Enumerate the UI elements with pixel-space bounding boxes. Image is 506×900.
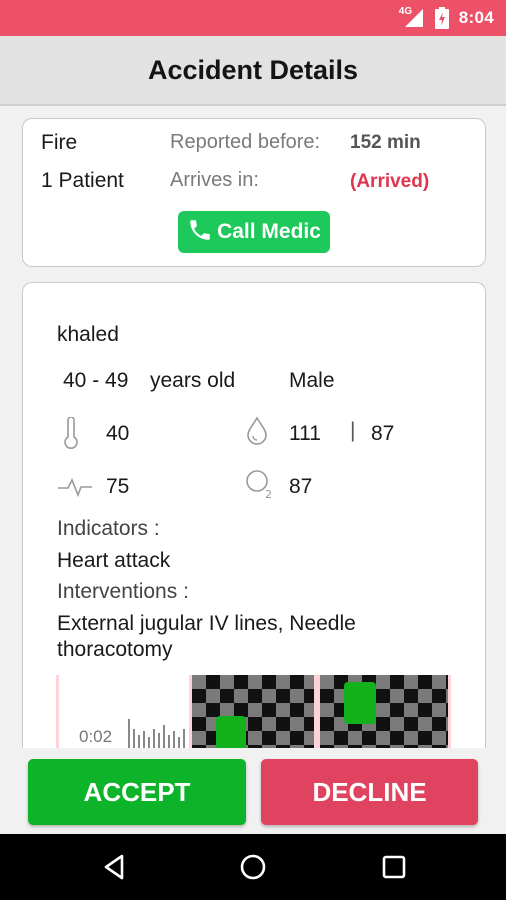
app-bar: Accident Details bbox=[0, 36, 506, 106]
patient-gender: Male bbox=[289, 369, 335, 392]
status-bar: 4G 8:04 bbox=[0, 0, 506, 36]
interventions-label: Interventions : bbox=[57, 580, 189, 603]
indicators-value: Heart attack bbox=[57, 549, 171, 572]
call-medic-button[interactable]: Call Medic bbox=[178, 211, 330, 253]
page-title: Accident Details bbox=[147, 54, 359, 85]
reported-label: Reported before: bbox=[170, 131, 321, 153]
battery-icon bbox=[434, 7, 449, 29]
thumbnail-content bbox=[344, 682, 376, 724]
decline-button[interactable]: DECLINE bbox=[261, 759, 478, 825]
oxygen-icon: 2 bbox=[245, 469, 275, 504]
navigation-bar bbox=[0, 834, 506, 900]
interventions-line-2: thoracotomy bbox=[57, 638, 173, 661]
svg-text:2: 2 bbox=[265, 488, 272, 499]
call-medic-label: Call Medic bbox=[217, 220, 321, 243]
audio-duration: 0:02 bbox=[79, 727, 113, 746]
arrives-value: (Arrived) bbox=[350, 171, 430, 192]
waveform-icon bbox=[128, 719, 185, 749]
reported-value: 152 min bbox=[350, 132, 421, 153]
temperature-value: 40 bbox=[106, 422, 130, 445]
network-type: 4G bbox=[398, 6, 413, 17]
indicators-label: Indicators : bbox=[57, 517, 160, 540]
bp-systolic-value: 111 bbox=[289, 422, 321, 445]
interventions-line-1: External jugular IV lines, Needle bbox=[57, 612, 356, 635]
signal-icon: 4G bbox=[398, 6, 425, 28]
arrives-label: Arrives in: bbox=[170, 169, 259, 191]
pulse-icon bbox=[57, 475, 93, 504]
age-suffix: years old bbox=[150, 369, 236, 392]
accident-type: Fire bbox=[41, 131, 78, 154]
clock: 8:04 bbox=[458, 8, 494, 27]
age-range: 40 - 49 bbox=[63, 369, 129, 392]
accident-summary-card: Fire 1 Patient Reported before: 152 min … bbox=[22, 118, 486, 267]
accept-button[interactable]: ACCEPT bbox=[28, 759, 246, 825]
phone-icon bbox=[187, 217, 213, 248]
back-icon[interactable] bbox=[100, 852, 130, 882]
thermometer-icon bbox=[61, 416, 81, 454]
blood-drop-icon bbox=[245, 416, 269, 451]
home-icon[interactable] bbox=[238, 852, 268, 882]
oxygen-value: 87 bbox=[289, 475, 313, 498]
bp-separator: | bbox=[350, 419, 356, 442]
patient-name: khaled bbox=[57, 323, 119, 346]
pulse-value: 75 bbox=[106, 475, 130, 498]
patient-details-card: khaled 40 - 49 years old Male 40 111 | 8… bbox=[22, 282, 486, 762]
recents-icon[interactable] bbox=[379, 852, 409, 882]
bp-diastolic-value: 87 bbox=[371, 422, 395, 445]
patient-count: 1 Patient bbox=[41, 169, 124, 192]
action-bar: ACCEPT DECLINE bbox=[0, 748, 506, 834]
